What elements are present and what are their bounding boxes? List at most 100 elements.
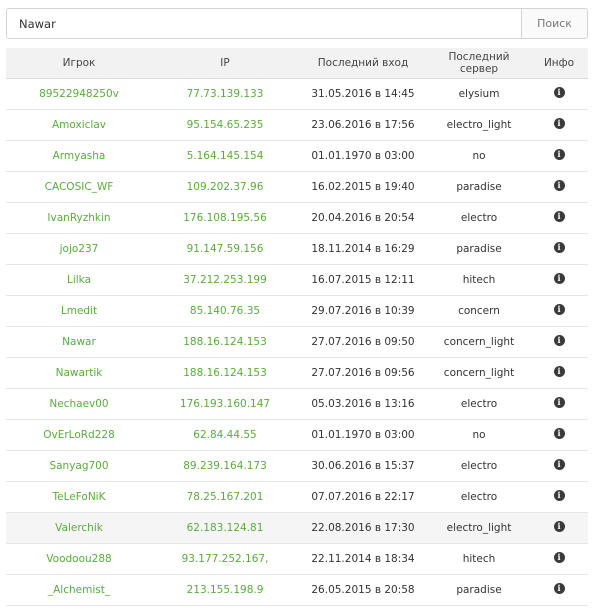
- ip-address-link[interactable]: 188.16.124.153: [152, 326, 298, 358]
- info-cell: i: [530, 574, 588, 606]
- ip-address-link[interactable]: 213.155.198.9: [152, 574, 298, 606]
- last-login-cell: 07.07.2016 в 22:17: [298, 481, 428, 513]
- ip-address-link[interactable]: 109.202.37.96: [152, 171, 298, 203]
- info-circle-icon[interactable]: i: [553, 396, 565, 408]
- header-info: Инфо: [530, 48, 588, 79]
- player-name-link[interactable]: Armyasha: [6, 140, 152, 172]
- player-name-link[interactable]: IvanRyzhkin: [6, 202, 152, 234]
- table-row: Sanyag700 89.239.164.173 30.06.2016 в 15:3…: [6, 450, 588, 482]
- table-row: Amoxiclav 95.154.65.235 23.06.2016 в 17:56…: [6, 109, 588, 141]
- info-cell: i: [530, 450, 588, 482]
- last-server-cell: no: [428, 419, 530, 451]
- ip-address-link[interactable]: 62.84.44.55: [152, 419, 298, 451]
- info-circle-icon[interactable]: i: [553, 117, 565, 129]
- player-name-link[interactable]: Lmedit: [6, 295, 152, 327]
- table-row: 89522948250v 77.73.139.133 31.05.2016 в 14…: [6, 78, 588, 110]
- player-name-link[interactable]: Nawartik: [6, 357, 152, 389]
- ip-address-link[interactable]: 77.73.139.133: [152, 78, 298, 110]
- last-server-cell: electro: [428, 450, 530, 482]
- ip-address-link[interactable]: 176.193.160.147: [152, 388, 298, 420]
- info-circle-icon[interactable]: i: [553, 179, 565, 191]
- player-name-link[interactable]: Sanyag700: [6, 450, 152, 482]
- header-last-server: Последний сервер: [428, 48, 530, 79]
- last-login-cell: 16.02.2015 в 19:40: [298, 171, 428, 203]
- info-cell: i: [530, 388, 588, 420]
- last-login-cell: 05.03.2016 в 13:16: [298, 388, 428, 420]
- info-circle-icon[interactable]: i: [553, 551, 565, 563]
- ip-address-link[interactable]: 188.16.124.153: [152, 357, 298, 389]
- info-cell: i: [530, 326, 588, 358]
- player-name-link[interactable]: jojo237: [6, 233, 152, 265]
- ip-address-link[interactable]: 85.140.76.35: [152, 295, 298, 327]
- ip-address-link[interactable]: 89.239.164.173: [152, 450, 298, 482]
- ip-address-link[interactable]: 78.25.167.201: [152, 481, 298, 513]
- last-login-cell: 31.05.2016 в 14:45: [298, 78, 428, 110]
- info-circle-icon[interactable]: i: [553, 520, 565, 532]
- info-cell: i: [530, 233, 588, 265]
- last-login-cell: 16.07.2015 в 12:11: [298, 264, 428, 296]
- ip-address-link[interactable]: 93.177.252.167,: [152, 543, 298, 575]
- ip-address-link[interactable]: 91.147.59.156: [152, 233, 298, 265]
- info-cell: i: [530, 140, 588, 172]
- info-cell: i: [530, 295, 588, 327]
- info-circle-icon[interactable]: i: [553, 241, 565, 253]
- ip-address-link[interactable]: 5.164.145.154: [152, 140, 298, 172]
- ip-address-link[interactable]: 95.154.65.235: [152, 109, 298, 141]
- player-name-link[interactable]: CACOSIC_WF: [6, 171, 152, 203]
- info-circle-icon[interactable]: i: [553, 210, 565, 222]
- last-login-cell: 22.11.2014 в 18:34: [298, 543, 428, 575]
- last-login-cell: 20.04.2016 в 20:54: [298, 202, 428, 234]
- info-circle-icon[interactable]: i: [553, 582, 565, 594]
- info-cell: i: [530, 78, 588, 110]
- player-name-link[interactable]: Nawar: [6, 326, 152, 358]
- info-circle-icon[interactable]: i: [553, 458, 565, 470]
- last-server-cell: hitech: [428, 543, 530, 575]
- player-name-link[interactable]: TeLeFoNiK: [6, 481, 152, 513]
- search-input[interactable]: [7, 9, 521, 38]
- last-server-cell: no: [428, 140, 530, 172]
- info-cell: i: [530, 264, 588, 296]
- search-bar: Поиск: [6, 8, 588, 39]
- last-server-cell: electro_light: [428, 109, 530, 141]
- last-server-cell: electro: [428, 481, 530, 513]
- last-login-cell: 27.07.2016 в 09:50: [298, 326, 428, 358]
- info-circle-icon[interactable]: i: [553, 334, 565, 346]
- player-name-link[interactable]: Voodoou288: [6, 543, 152, 575]
- last-server-cell: paradise: [428, 171, 530, 203]
- player-name-link[interactable]: Valerchik: [6, 512, 152, 544]
- last-login-cell: 01.01.1970 в 03:00: [298, 140, 428, 172]
- info-circle-icon[interactable]: i: [553, 272, 565, 284]
- ip-address-link[interactable]: 176.108.195.56: [152, 202, 298, 234]
- ip-address-link[interactable]: 37.212.253.199: [152, 264, 298, 296]
- table-row: Lmedit 85.140.76.35 29.07.2016 в 10:39 conc…: [6, 295, 588, 327]
- player-name-link[interactable]: Lilka: [6, 264, 152, 296]
- last-login-cell: 27.07.2016 в 09:56: [298, 357, 428, 389]
- info-circle-icon[interactable]: i: [553, 365, 565, 377]
- table-row: OvErLoRd228 62.84.44.55 01.01.1970 в 03:00…: [6, 419, 588, 451]
- info-cell: i: [530, 171, 588, 203]
- player-name-link[interactable]: OvErLoRd228: [6, 419, 152, 451]
- table-row: IvanRyzhkin 176.108.195.56 20.04.2016 в 20…: [6, 202, 588, 234]
- last-login-cell: 30.06.2016 в 15:37: [298, 450, 428, 482]
- player-name-link[interactable]: 89522948250v: [6, 78, 152, 110]
- search-button[interactable]: Поиск: [521, 9, 587, 38]
- table-row: TeLeFoNiK 78.25.167.201 07.07.2016 в 22:17…: [6, 481, 588, 513]
- table-row: Nawartik 188.16.124.153 27.07.2016 в 09:56…: [6, 357, 588, 389]
- info-circle-icon[interactable]: i: [553, 427, 565, 439]
- header-last-login: Последний вход: [298, 48, 428, 79]
- info-circle-icon[interactable]: i: [553, 148, 565, 160]
- info-cell: i: [530, 481, 588, 513]
- info-circle-icon[interactable]: i: [553, 86, 565, 98]
- player-name-link[interactable]: Amoxiclav: [6, 109, 152, 141]
- last-login-cell: 26.05.2015 в 20:58: [298, 574, 428, 606]
- info-cell: i: [530, 543, 588, 575]
- last-login-cell: 01.01.1970 в 03:00: [298, 419, 428, 451]
- player-name-link[interactable]: _Alchemist_: [6, 574, 152, 606]
- info-circle-icon[interactable]: i: [553, 303, 565, 315]
- info-cell: i: [530, 202, 588, 234]
- ip-address-link[interactable]: 62.183.124.81: [152, 512, 298, 544]
- last-server-cell: hitech: [428, 264, 530, 296]
- info-circle-icon[interactable]: i: [553, 489, 565, 501]
- player-name-link[interactable]: Nechaev00: [6, 388, 152, 420]
- last-server-cell: electro_light: [428, 512, 530, 544]
